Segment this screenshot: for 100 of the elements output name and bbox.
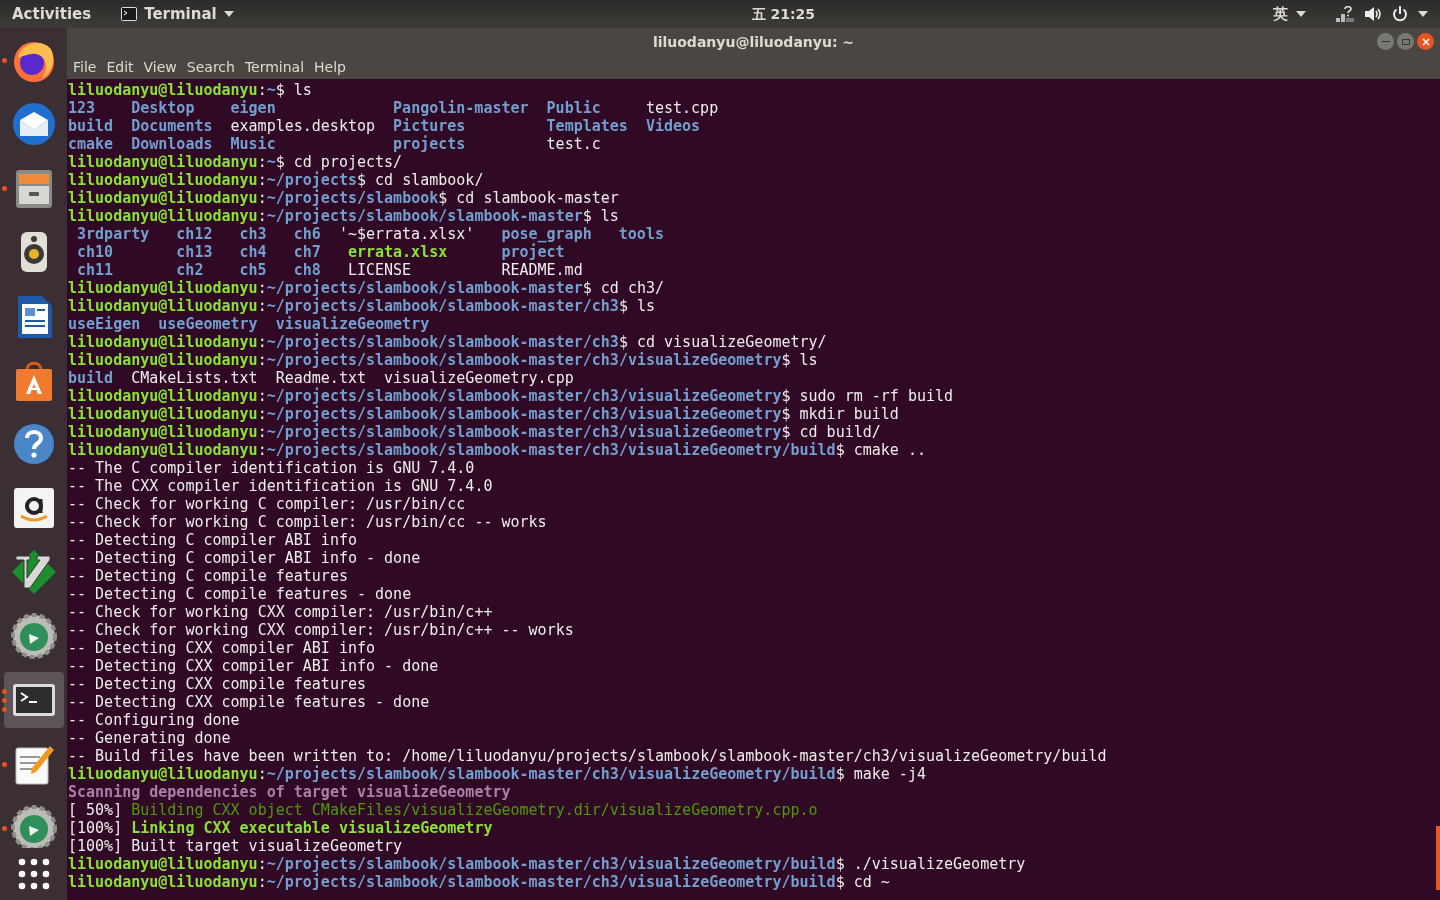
app-menu-button[interactable]: Terminal [121, 2, 234, 26]
close-icon [1421, 37, 1430, 46]
prompt-line: liluodanyu@liluodanyu:~/projects/slambook/slambook-master/ch3$ cd visualizeGeometry/ [68, 333, 828, 351]
directory-name: Pangolin-master [393, 99, 529, 117]
directory-name: useEigen [68, 315, 141, 333]
prompt-line: liluodanyu@liluodanyu:~/projects/slambook$ cd slambook-master [68, 189, 620, 207]
caret-icon [1418, 11, 1428, 17]
prompt-line: liluodanyu@liluodanyu:~/projects/slambook/slambook-master/ch3$ ls [68, 297, 656, 315]
output-line: -- Check for working C compiler: /usr/bin/cc [68, 495, 467, 513]
output-line: -- The CXX compiler identification is GNU 7.4.0 [68, 477, 494, 495]
directory-name: tools [618, 225, 664, 243]
file-name: README.md [501, 261, 583, 279]
prompt-line: liluodanyu@liluodanyu:~/projects/slambook/slambook-master$ cd ch3/ [68, 279, 666, 297]
file-name: examples.desktop [230, 117, 376, 135]
directory-name: build [68, 369, 114, 387]
maximize-icon [1401, 38, 1410, 45]
file-name: '~$errata.xlsx' [338, 225, 475, 243]
output-line: Scanning dependencies of target visualizeGeometry [68, 783, 512, 801]
directory-name: pose_graph [501, 225, 592, 243]
directory-name: projects [393, 135, 466, 153]
directory-name: ch13 [176, 243, 213, 261]
directory-name: eigen [230, 99, 276, 117]
output-line: -- Detecting C compile features - done [68, 585, 413, 603]
prompt-line: liluodanyu@liluodanyu:~/projects/slambook/slambook-master/ch3/visualizeGeometry$ ls [68, 351, 819, 369]
output-line: -- Detecting C compiler ABI info [68, 531, 358, 549]
directory-name: cmake [68, 135, 114, 153]
prompt-line: liluodanyu@liluodanyu:~/projects/slambook/slambook-master$ ls [68, 207, 620, 225]
minimize-button[interactable] [1377, 33, 1394, 50]
prompt-line: liluodanyu@liluodanyu:~/projects/slambook/slambook-master/ch3/visualizeGeometry$ cd build/ [68, 423, 882, 441]
file-name: CMakeLists.txt [131, 369, 258, 387]
directory-name: ch7 [293, 243, 321, 261]
directory-name: Public [546, 99, 601, 117]
build-progress-line: [100%] Linking CXX executable visualizeGeometry [68, 819, 494, 837]
close-button[interactable] [1417, 33, 1434, 50]
output-line: -- Detecting CXX compile features [68, 675, 367, 693]
directory-name: ch4 [239, 243, 267, 261]
directory-name: Videos [645, 117, 701, 135]
activities-button[interactable]: Activities [12, 2, 92, 26]
prompt-line: liluodanyu@liluodanyu:~/projects/slambook/slambook-master/ch3/visualizeGeometry/build$ cd ~ [68, 873, 891, 891]
output-line: -- The C compiler identification is GNU 7.4.0 [68, 459, 476, 477]
output-line: -- Detecting C compiler ABI info - done [68, 549, 422, 567]
dock-launcher[interactable] [3, 672, 64, 728]
directory-name: 123 [68, 99, 96, 117]
file-name: test.cpp [645, 99, 719, 117]
directory-name: ch10 [77, 243, 114, 261]
directory-name: ch2 [176, 261, 204, 279]
directory-name: Templates [546, 117, 628, 135]
prompt-line: liluodanyu@liluodanyu:~/projects$ cd slambook/ [68, 171, 485, 189]
caret-icon [223, 11, 234, 17]
directory-name: Documents [131, 117, 213, 135]
prompt-line: liluodanyu@liluodanyu:~/projects/slambook/slambook-master/ch3/visualizeGeometry/build$ ./visualizeGeometry [68, 855, 1027, 873]
file-name: LICENSE [347, 261, 412, 279]
directory-name: build [68, 117, 114, 135]
gear-app-icon [9, 612, 58, 660]
directory-name: ch3 [239, 225, 267, 243]
build-progress-line: [100%] Built target visualizeGeometry [68, 837, 403, 855]
menu-item[interactable]: View [139, 57, 181, 78]
menu-item[interactable]: Edit [102, 57, 138, 78]
menu-item[interactable]: Terminal [240, 57, 309, 78]
file-name: test.c [546, 135, 601, 153]
minimize-icon [1381, 40, 1390, 43]
window-title: liluodanyu@liluodanyu: ~ [652, 32, 855, 52]
output-line: -- Detecting CXX compiler ABI info - done [68, 657, 440, 675]
directory-name: Downloads [131, 135, 213, 153]
file-name: visualizeGeometry.cpp [384, 369, 574, 387]
gear-app-icon [9, 804, 58, 848]
network-unknown-icon [1336, 6, 1354, 22]
output-line: -- Generating done [68, 729, 232, 747]
directory-name: ch12 [176, 225, 213, 243]
directory-name: Desktop [131, 99, 195, 117]
clock[interactable]: 五 21:25 [751, 3, 816, 25]
output-line: -- Detecting CXX compiler ABI info [68, 639, 377, 657]
directory-name: visualizeGeometry [275, 315, 430, 333]
menu-item[interactable]: Help [310, 57, 350, 78]
scrollbar-thumb[interactable] [1436, 826, 1440, 890]
prompt-line: liluodanyu@liluodanyu:~$ cd projects/ [68, 153, 404, 171]
output-line: -- Detecting C compile features [68, 567, 349, 585]
file-name: Readme.txt [275, 369, 366, 387]
caret-icon [1296, 11, 1306, 17]
system-menu[interactable] [1336, 6, 1428, 22]
prompt-line: liluodanyu@liluodanyu:~$ ls [68, 81, 313, 99]
menu-item[interactable]: File [69, 57, 101, 78]
file-name: errata.xlsx [347, 243, 448, 261]
input-method-menu[interactable]: 英 [1273, 2, 1306, 26]
prompt-line: liluodanyu@liluodanyu:~/projects/slambook/slambook-master/ch3/visualizeGeometry/build$ make -j4 [68, 765, 927, 783]
menu-item[interactable]: Search [182, 57, 239, 78]
build-progress-line: [ 50%] Building CXX object CMakeFiles/visualizeGeometry.dir/visualizeGeometry.cpp.o [68, 801, 819, 819]
directory-name: ch8 [293, 261, 321, 279]
output-line: -- Build files have been written to: /home/liluodanyu/projects/slambook/slambook-master/ch3/visualizeGeometry/build [68, 747, 1108, 765]
prompt-line: liluodanyu@liluodanyu:~/projects/slambook/slambook-master/ch3/visualizeGeometry$ sudo rm -rf build [68, 387, 955, 405]
prompt-line: liluodanyu@liluodanyu:~/projects/slambook/slambook-master/ch3/visualizeGeometry$ mkdir build [68, 405, 900, 423]
app-grid-icon[interactable] [17, 858, 50, 890]
prompt-line: liluodanyu@liluodanyu:~/projects/slambook/slambook-master/ch3/visualizeGeometry/build$ cmake .. [68, 441, 927, 459]
output-line: -- Detecting CXX compile features - done [68, 693, 431, 711]
directory-name: Music [230, 135, 276, 153]
terminal-icon [121, 7, 138, 21]
output-line: -- Check for working CXX compiler: /usr/bin/c++ -- works [68, 621, 575, 639]
directory-name: ch11 [77, 261, 114, 279]
volume-icon [1364, 6, 1382, 22]
output-line: -- Check for working CXX compiler: /usr/bin/c++ [68, 603, 494, 621]
